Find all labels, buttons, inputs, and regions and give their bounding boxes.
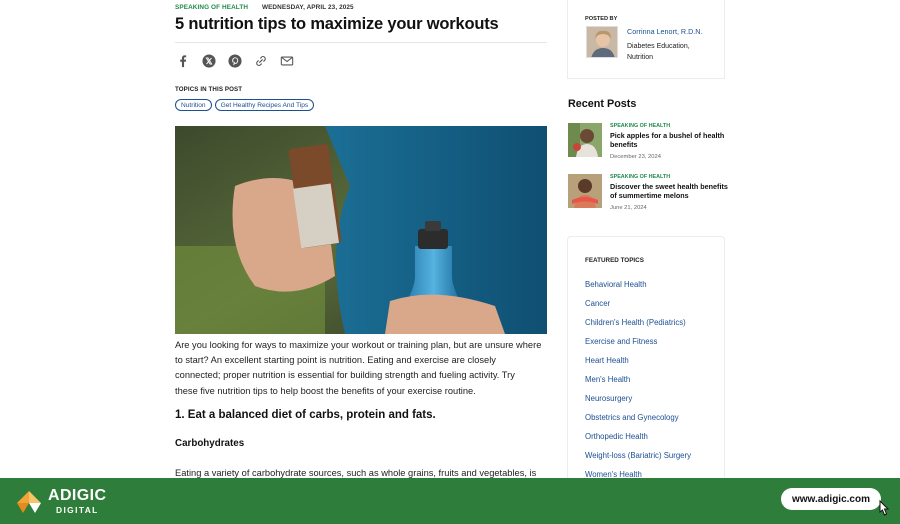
featured-topics-label: FEATURED TOPICS [585, 257, 644, 264]
article-title: 5 nutrition tips to maximize your workou… [175, 15, 499, 33]
promo-banner: ADIGIC DIGITAL [0, 478, 900, 524]
author-specialty-line: Nutrition [627, 53, 654, 61]
x-icon[interactable] [201, 53, 217, 69]
recent-post-date: December 23, 2024 [610, 154, 661, 160]
recent-post-category[interactable]: SPEAKING OF HEALTH [610, 123, 670, 129]
browser-viewport: SPEAKING OF HEALTH WEDNESDAY, APRIL 23, … [0, 0, 900, 486]
author-avatar[interactable] [586, 26, 618, 58]
divider [175, 42, 547, 43]
topics-label: TOPICS IN THIS POST [175, 86, 243, 93]
topic-link-obstetrics[interactable]: Obstetrics and Gynecology [585, 413, 679, 422]
section-heading: 1. Eat a balanced diet of carbs, protein… [175, 409, 436, 421]
topic-link-orthopedic[interactable]: Orthopedic Health [585, 432, 648, 441]
website-url-button[interactable]: www.adigic.com [781, 488, 881, 510]
link-icon[interactable] [253, 53, 269, 69]
email-icon[interactable] [279, 53, 295, 69]
recent-post-title-line: benefits [610, 139, 638, 149]
intro-paragraph: Are you looking for ways to maximize you… [175, 338, 547, 399]
featured-topics-card: FEATURED TOPICS Behavioral Health Cancer… [567, 236, 725, 486]
recent-post-title[interactable]: Pick apples for a bushel of health benef… [610, 131, 730, 149]
share-bar [175, 53, 295, 69]
topic-link-exercise-fitness[interactable]: Exercise and Fitness [585, 337, 657, 346]
pinterest-icon[interactable] [227, 53, 243, 69]
pointer-cursor-icon [879, 500, 890, 516]
brand-subtitle: DIGITAL [56, 504, 99, 515]
recent-post-title[interactable]: Discover the sweet health benefits of su… [610, 182, 730, 200]
topic-link-behavioral-health[interactable]: Behavioral Health [585, 280, 647, 289]
topic-link-heart-health[interactable]: Heart Health [585, 356, 629, 365]
blog-page: SPEAKING OF HEALTH WEDNESDAY, APRIL 23, … [0, 0, 900, 486]
author-card: POSTED BY Corrinna Lenort, R.D.N. Diabet… [567, 0, 725, 79]
article-category[interactable]: SPEAKING OF HEALTH [175, 4, 248, 11]
article-meta: SPEAKING OF HEALTH WEDNESDAY, APRIL 23, … [175, 4, 354, 11]
topic-chip-recipes[interactable]: Get Healthy Recipes And Tips [214, 99, 315, 111]
topic-chip-nutrition[interactable]: Nutrition [175, 99, 212, 111]
posted-by-label: POSTED BY [585, 16, 618, 22]
logo-mark-icon [17, 491, 41, 513]
recent-post-thumbnail[interactable] [568, 174, 602, 208]
topic-link-weight-loss[interactable]: Weight-loss (Bariatric) Surgery [585, 451, 691, 460]
article-date: WEDNESDAY, APRIL 23, 2025 [261, 4, 354, 11]
facebook-icon[interactable] [175, 53, 191, 69]
author-name-link[interactable]: Corrinna Lenort, R.D.N. [627, 27, 703, 36]
topic-chips: Nutrition Get Healthy Recipes And Tips [175, 99, 315, 111]
recent-post-date: June 21, 2024 [610, 205, 647, 211]
topic-link-cancer[interactable]: Cancer [585, 299, 610, 308]
topic-link-mens-health[interactable]: Men's Health [585, 375, 630, 384]
recent-post-category[interactable]: SPEAKING OF HEALTH [610, 174, 670, 180]
intro-line: to start? An excellent starting point is… [175, 355, 496, 366]
recent-post[interactable]: SPEAKING OF HEALTH Pick apples for a bus… [568, 123, 728, 163]
subheading: Carbohydrates [175, 438, 245, 449]
brand-logo: ADIGIC DIGITAL [14, 486, 106, 516]
topic-link-childrens-health[interactable]: Children's Health (Pediatrics) [585, 318, 686, 327]
author-specialty-line: Diabetes Education, [627, 43, 690, 50]
hero-image [175, 126, 547, 334]
topic-link-neurosurgery[interactable]: Neurosurgery [585, 394, 632, 403]
recent-post[interactable]: SPEAKING OF HEALTH Discover the sweet he… [568, 174, 728, 214]
intro-line: Are you looking for ways to maximize you… [175, 340, 542, 350]
author-specialty: Diabetes Education, Nutrition [627, 42, 690, 63]
intro-line: connected; proper nutrition is essential… [175, 370, 515, 381]
recent-posts-heading: Recent Posts [568, 98, 637, 110]
recent-post-title-line: of summertime melons [610, 190, 689, 200]
recent-post-thumbnail[interactable] [568, 123, 602, 157]
brand-name: ADIGIC [48, 486, 107, 504]
intro-line: these five nutrition tips to help boost … [175, 385, 476, 396]
